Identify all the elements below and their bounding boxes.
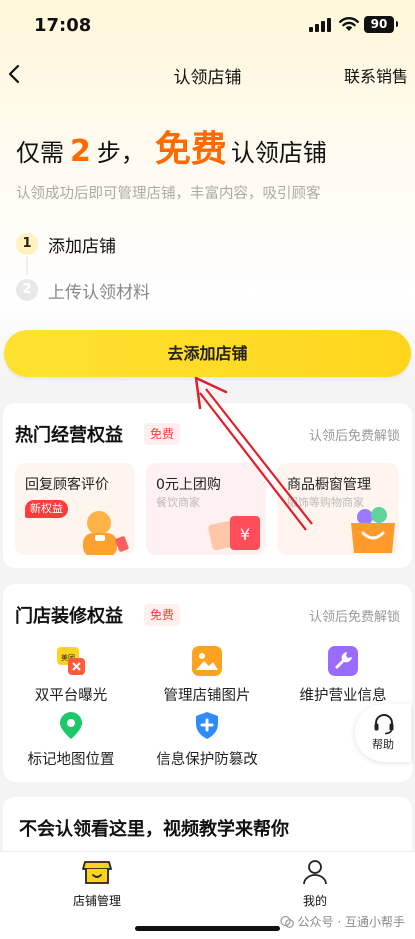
decor-benefits-card: 门店装修权益 免费 认领后免费解锁 美团 双平台曝光 管理店铺图片 维护营业信息… bbox=[3, 584, 412, 782]
benefit-manage-images[interactable]: 管理店铺图片 bbox=[139, 646, 275, 705]
watermark: 公众号 · 互通小帮手 bbox=[279, 913, 405, 930]
status-time: 17:08 bbox=[34, 15, 92, 36]
store-icon bbox=[82, 861, 112, 884]
benefit-label: 管理店铺图片 bbox=[163, 688, 251, 704]
tab-label: 店铺管理 bbox=[72, 894, 121, 908]
wrench-icon bbox=[328, 646, 358, 676]
hot-benefits-card: 热门经营权益 免费 认领后免费解锁 回复顾客评价 新权益 0元上团购 餐饮商家 … bbox=[3, 403, 412, 568]
benefit-tile-group-buy[interactable]: 0元上团购 餐饮商家 ¥ bbox=[146, 463, 266, 555]
watermark-text: 公众号 · 互通小帮手 bbox=[297, 915, 405, 929]
free-badge: 免费 bbox=[144, 604, 181, 626]
contact-sales-link[interactable]: 联系销售 bbox=[344, 63, 408, 87]
benefit-info-protection[interactable]: 信息保护防篡改 bbox=[139, 710, 275, 769]
benefit-label: 信息保护防篡改 bbox=[156, 752, 258, 768]
tile-title: 回复顾客评价 bbox=[25, 477, 109, 493]
step-number: 1 bbox=[16, 233, 38, 255]
waiter-illustration-icon bbox=[83, 511, 129, 555]
home-indicator bbox=[135, 926, 280, 931]
section-title: 门店装修权益 bbox=[15, 606, 123, 627]
cellular-signal-icon bbox=[309, 18, 331, 32]
wifi-icon bbox=[339, 17, 359, 31]
unlock-note: 认领后免费解锁 bbox=[308, 429, 400, 444]
coupon-illustration-icon: ¥ bbox=[208, 516, 260, 551]
headline-step-count: 2 bbox=[70, 134, 91, 169]
video-tutorial-card[interactable]: 不会认领看这里，视频教学来帮你 bbox=[3, 797, 412, 857]
svg-text:¥: ¥ bbox=[240, 525, 250, 544]
step-upload-materials: 2 上传认领材料 bbox=[16, 278, 150, 303]
step-label: 上传认领材料 bbox=[48, 282, 150, 303]
headline-middle: 步， bbox=[96, 139, 145, 167]
benefit-label: 维护营业信息 bbox=[299, 688, 387, 704]
tab-me[interactable]: 我的 bbox=[255, 858, 375, 909]
wechat-icon bbox=[279, 915, 294, 928]
add-store-button[interactable]: 去添加店铺 bbox=[4, 330, 411, 377]
hero-headline: 仅需 2 步， 免费 认领店铺 bbox=[16, 128, 327, 174]
step-number: 2 bbox=[16, 279, 38, 301]
benefit-maintain-info[interactable]: 维护营业信息 bbox=[275, 646, 411, 705]
headline-free: 免费 bbox=[154, 129, 227, 170]
shield-plus-icon bbox=[192, 710, 222, 740]
benefit-label: 标记地图位置 bbox=[27, 752, 115, 768]
benefit-label: 双平台曝光 bbox=[34, 688, 108, 704]
dual-platform-icon: 美团 bbox=[56, 646, 86, 676]
tile-title: 商品橱窗管理 bbox=[287, 477, 371, 493]
tile-subtitle: 餐饮商家 bbox=[156, 496, 200, 509]
step-add-store: 1 添加店铺 bbox=[16, 232, 116, 257]
free-badge: 免费 bbox=[144, 423, 181, 445]
video-tutorial-title: 不会认领看这里，视频教学来帮你 bbox=[19, 819, 289, 840]
step-label: 添加店铺 bbox=[48, 236, 116, 257]
claim-store-page: 17:08 90 认领店铺 联系销售 仅需 2 步， 免费 认领店铺 认领成功后即可管理… bbox=[0, 0, 415, 939]
user-icon bbox=[303, 860, 327, 885]
tab-store-management[interactable]: 店铺管理 bbox=[37, 858, 157, 909]
image-icon bbox=[192, 646, 222, 676]
headset-icon bbox=[374, 714, 394, 735]
section-title: 热门经营权益 bbox=[15, 425, 123, 446]
nav-bar: 认领店铺 联系销售 bbox=[0, 52, 415, 96]
tile-title: 0元上团购 bbox=[156, 477, 221, 493]
status-bar: 17:08 90 bbox=[0, 0, 415, 52]
benefit-tile-reply-reviews[interactable]: 回复顾客评价 新权益 bbox=[15, 463, 135, 555]
help-button[interactable]: 帮助 bbox=[355, 704, 411, 762]
new-benefit-tag: 新权益 bbox=[25, 500, 68, 518]
battery-icon: 90 bbox=[364, 16, 398, 33]
headline-prefix: 仅需 bbox=[16, 139, 64, 167]
hero-subtitle: 认领成功后即可管理店铺，丰富内容，吸引顾客 bbox=[16, 186, 321, 202]
benefit-dual-platform[interactable]: 美团 双平台曝光 bbox=[3, 646, 139, 705]
benefit-tile-product-window[interactable]: 商品橱窗管理 服饰等购物商家 bbox=[277, 463, 399, 555]
benefit-map-location[interactable]: 标记地图位置 bbox=[3, 710, 139, 769]
shopping-bag-icon bbox=[351, 507, 395, 553]
headline-suffix: 认领店铺 bbox=[230, 139, 327, 167]
tab-label: 我的 bbox=[302, 894, 327, 908]
unlock-note: 认领后免费解锁 bbox=[308, 610, 400, 625]
map-pin-icon bbox=[56, 710, 86, 740]
help-label: 帮助 bbox=[372, 738, 394, 751]
step-connector bbox=[26, 257, 28, 275]
